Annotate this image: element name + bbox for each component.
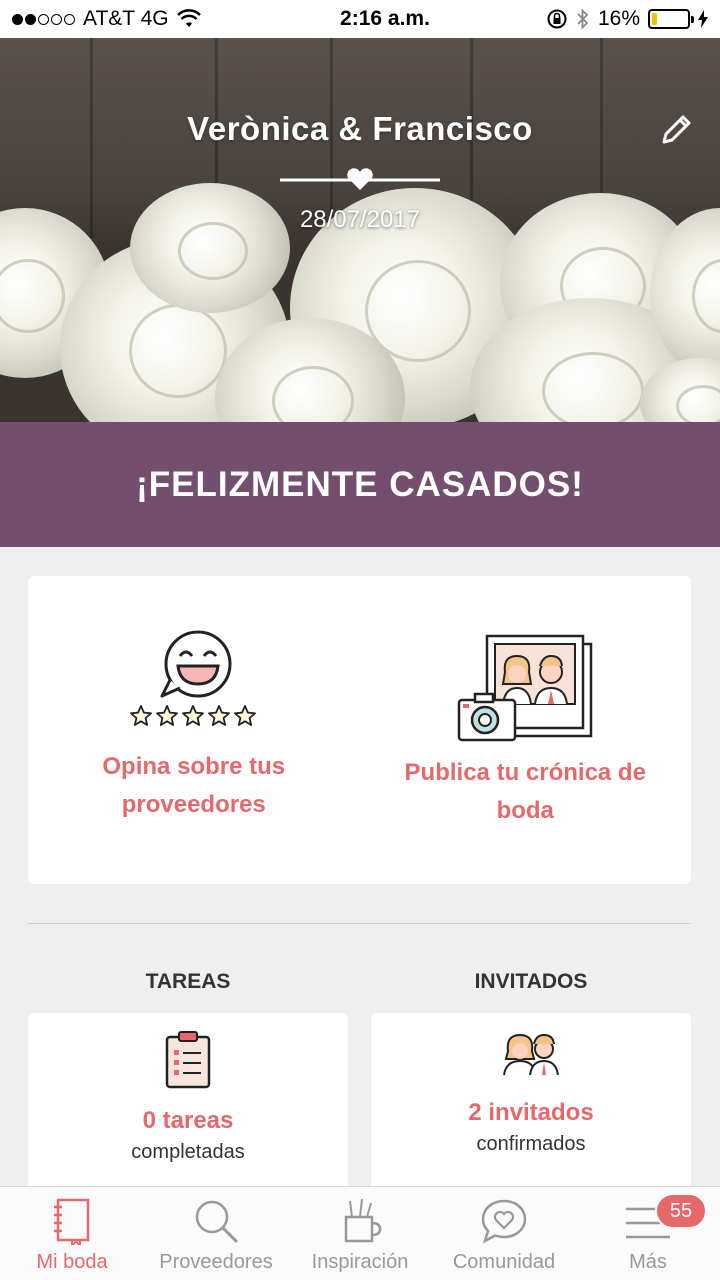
tab-comunidad[interactable]: Comunidad	[432, 1187, 576, 1280]
notification-badge: 55	[655, 1193, 707, 1229]
signal-strength-icon	[12, 13, 75, 25]
tab-mas-label: Más	[629, 1251, 667, 1273]
tasks-sub: completadas	[131, 1141, 245, 1163]
status-left: AT&T 4G	[12, 7, 262, 31]
battery-fill	[652, 13, 658, 25]
married-banner: ¡FELIZMENTE CASADOS!	[0, 422, 720, 547]
search-icon	[195, 1200, 239, 1244]
status-right: 16%	[508, 7, 708, 31]
bluetooth-icon	[577, 8, 589, 30]
review-vendors-label: Opina sobre tus proveedores	[102, 753, 286, 818]
guests-count: 2 invitados	[468, 1099, 594, 1126]
couple-names: Verònica & Francisco	[187, 110, 533, 147]
wedding-date: 28/07/2017	[299, 206, 421, 233]
publish-chronicle-action[interactable]: Publica tu crónica de boda	[360, 576, 692, 884]
tab-comunidad-label: Comunidad	[452, 1251, 556, 1273]
review-smiley-icon	[160, 630, 232, 698]
pencil-cup-icon	[344, 1198, 382, 1243]
tab-inspiracion-label: Inspiración	[311, 1251, 409, 1273]
guests-heading: INVITADOS	[474, 970, 588, 993]
carrier-label: AT&T 4G	[83, 7, 169, 30]
clipboard-checklist-icon	[165, 1031, 211, 1089]
clock: 2:16 a.m.	[340, 7, 430, 30]
guests-card[interactable]: 2 invitados confirmados	[371, 1013, 691, 1193]
tasks-count: 0 tareas	[142, 1107, 234, 1134]
hero-cover: Verònica & Francisco 28/07/2017	[0, 38, 720, 422]
tab-bar: Mi boda Proveedores Inspiración Comunida…	[0, 1186, 720, 1280]
guests-sub: confirmados	[476, 1133, 586, 1155]
tab-mi-boda-label: Mi boda	[36, 1251, 108, 1273]
tab-proveedores-label: Proveedores	[159, 1251, 273, 1273]
publish-chronicle-label: Publica tu crónica de boda	[404, 759, 646, 824]
actions-card: Opina sobre tus proveedores Publica tu c…	[28, 576, 691, 884]
rotation-lock-icon	[547, 9, 567, 29]
photo-album-camera-icon	[458, 634, 593, 742]
review-vendors-action[interactable]: Opina sobre tus proveedores	[28, 576, 360, 884]
status-bar: AT&T 4G 2:16 a.m. 16%	[0, 0, 720, 38]
five-stars-icon	[129, 704, 259, 728]
tasks-heading: TAREAS	[145, 970, 231, 993]
tab-mi-boda[interactable]: Mi boda	[0, 1187, 144, 1280]
guests-couple-icon	[503, 1033, 559, 1076]
battery-icon	[648, 9, 694, 29]
tab-inspiracion[interactable]: Inspiración	[288, 1187, 432, 1280]
section-divider	[28, 923, 691, 924]
heart-divider-icon	[280, 168, 440, 190]
wifi-icon	[176, 9, 201, 27]
notebook-icon	[54, 1198, 90, 1245]
charging-bolt-icon	[698, 10, 708, 28]
edit-pencil-icon[interactable]	[656, 110, 696, 150]
tasks-card[interactable]: 0 tareas completadas	[28, 1013, 348, 1193]
chat-heart-icon	[481, 1199, 527, 1244]
tab-proveedores[interactable]: Proveedores	[144, 1187, 288, 1280]
battery-percent: 16%	[597, 7, 640, 30]
